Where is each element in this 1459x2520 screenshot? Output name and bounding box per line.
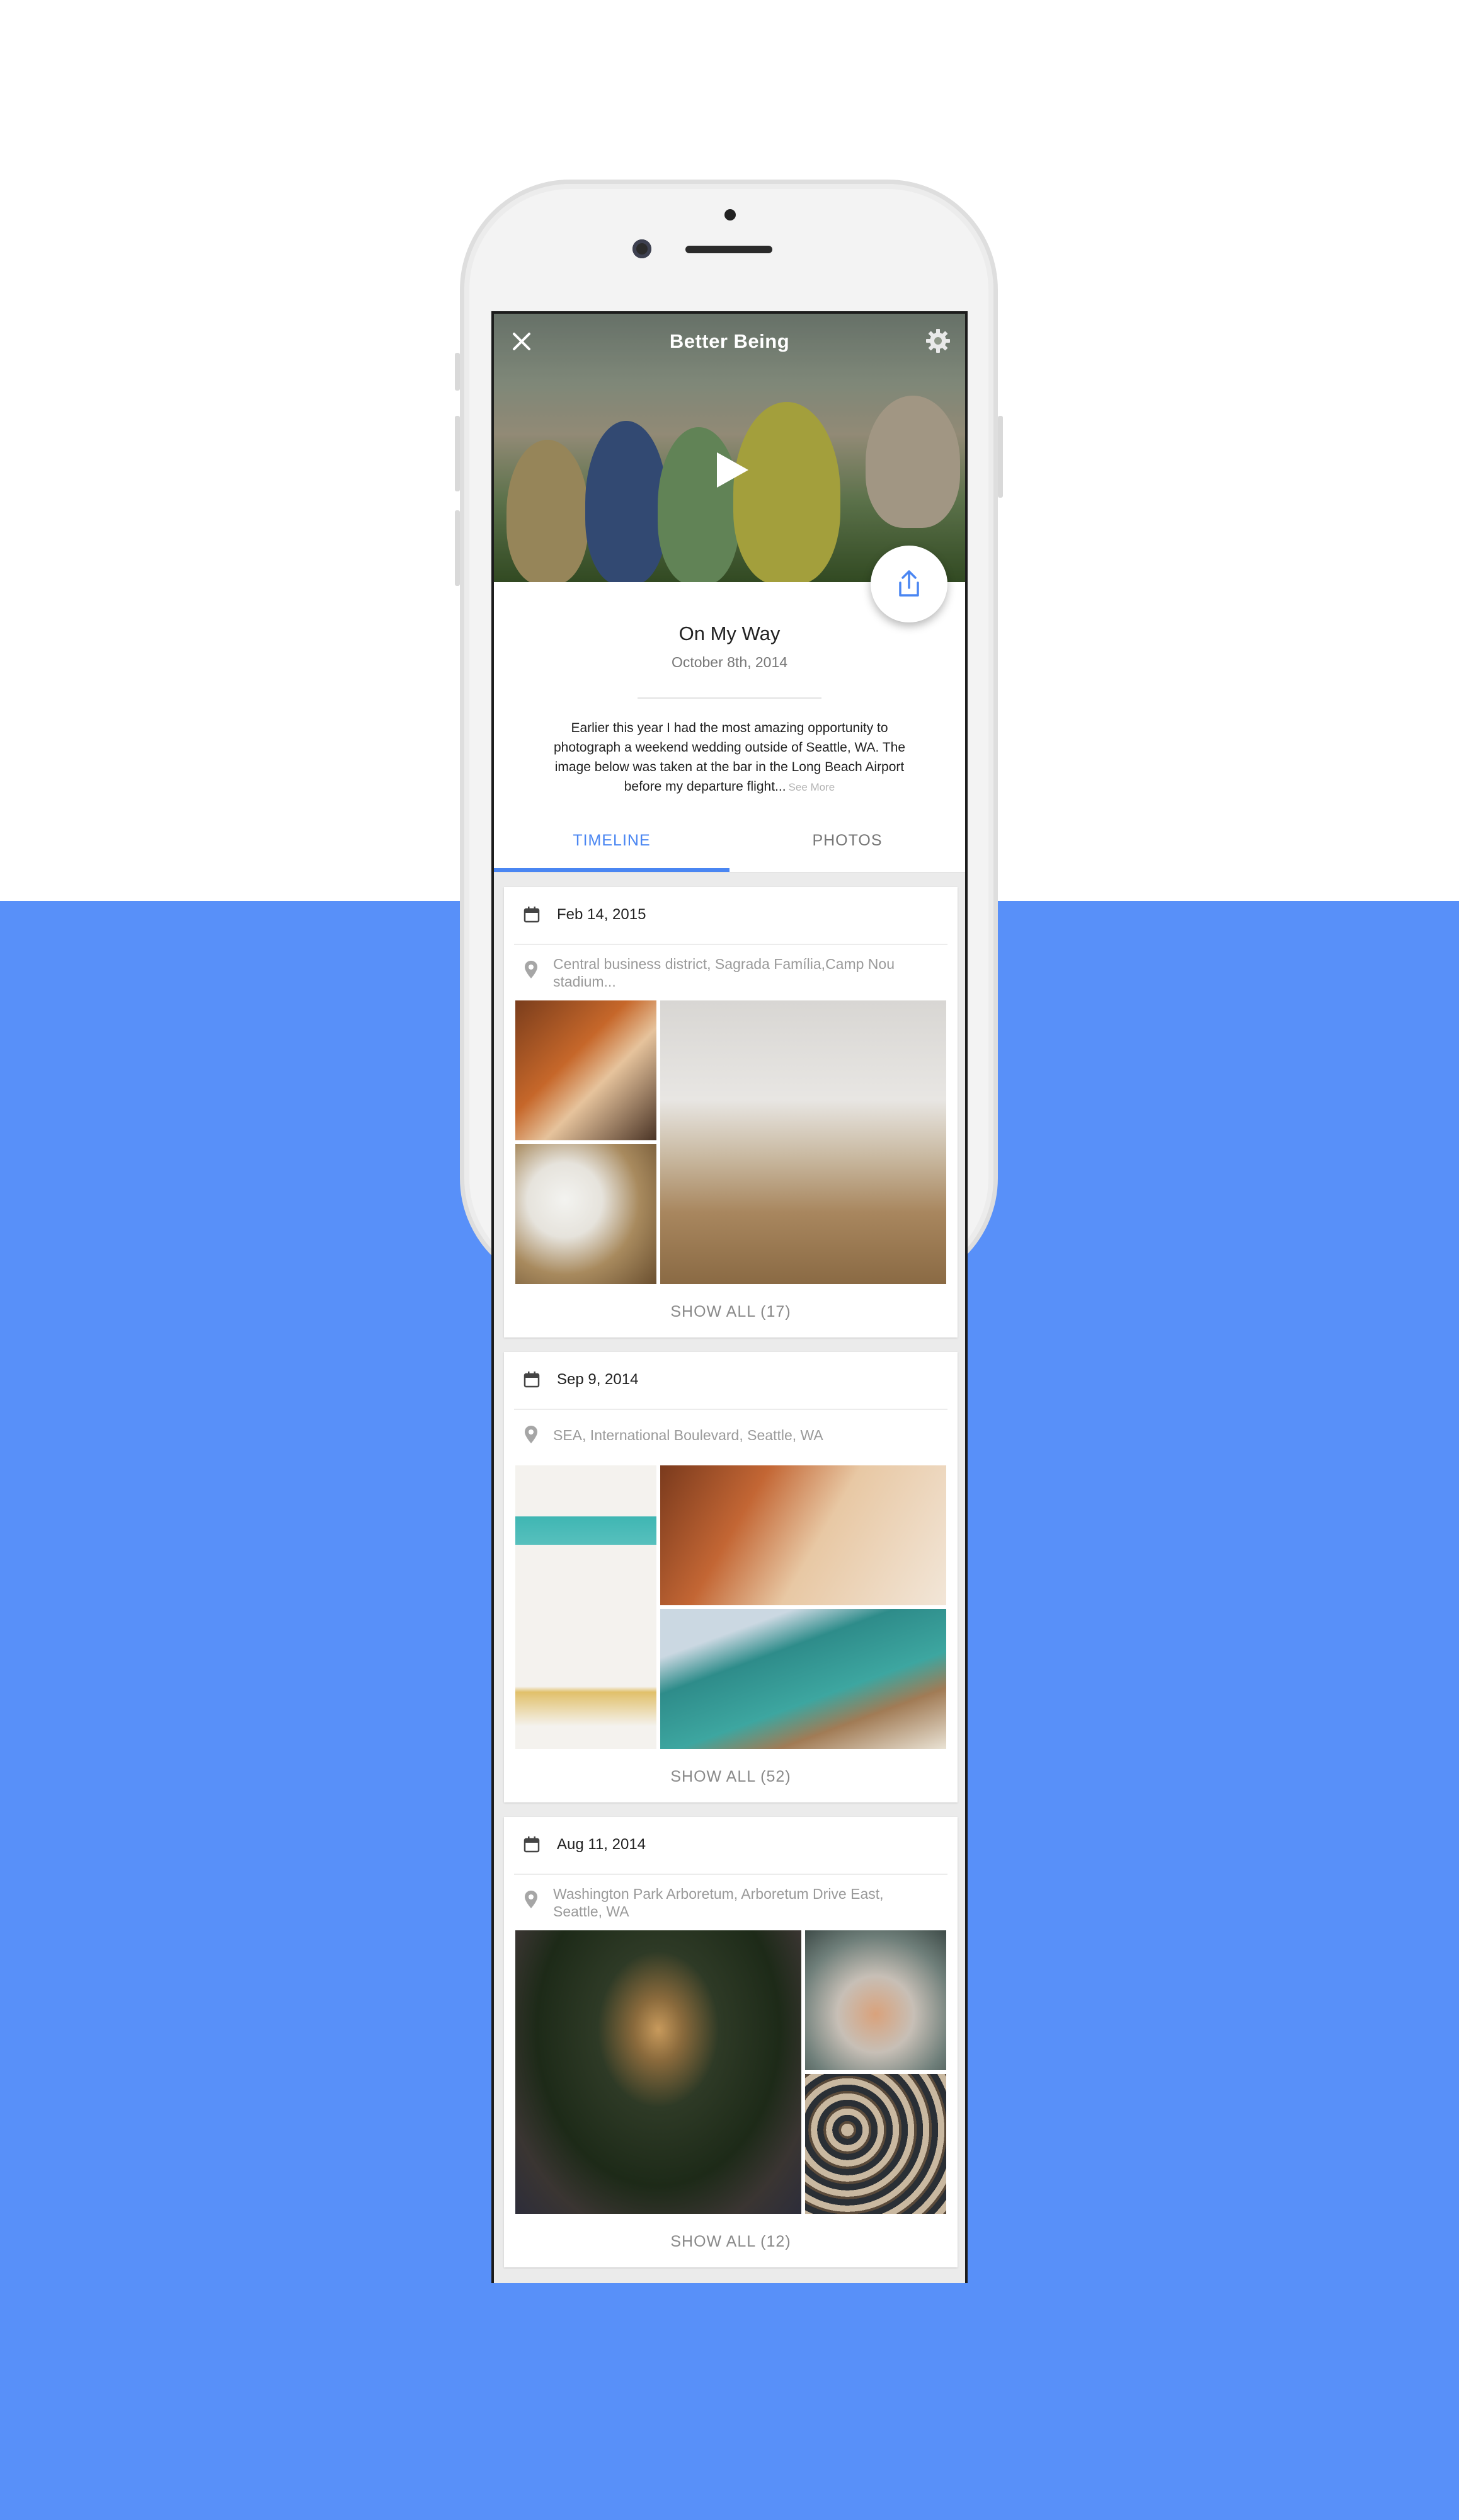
phone-side-button <box>455 353 460 391</box>
timeline-card[interactable]: Feb 14, 2015 Central business district, … <box>504 887 958 1337</box>
card-divider <box>514 1409 947 1410</box>
photo-thumbnail[interactable] <box>805 1930 946 2070</box>
photo-thumbnail[interactable] <box>515 1930 801 2214</box>
calendar-icon <box>524 907 540 923</box>
app-title: Better Being <box>669 330 790 352</box>
description-text: Earlier this year I had the most amazing… <box>553 721 906 794</box>
tab-active-indicator <box>494 868 730 872</box>
card-date-row: Sep 9, 2014 <box>504 1352 958 1409</box>
photo-thumbnail[interactable] <box>805 2074 946 2214</box>
phone-speaker <box>685 246 772 253</box>
post-description: Earlier this year I had the most amazing… <box>548 718 911 797</box>
card-date: Sep 9, 2014 <box>557 1371 639 1388</box>
photo-thumbnail[interactable] <box>660 1609 946 1749</box>
card-date-row: Feb 14, 2015 <box>504 887 958 944</box>
card-location: Washington Park Arboretum, Arboretum Dri… <box>553 1886 884 1920</box>
play-icon[interactable] <box>713 450 751 490</box>
post-date: October 8th, 2014 <box>671 654 788 670</box>
gear-icon[interactable] <box>924 326 953 355</box>
share-icon <box>899 570 919 597</box>
divider <box>638 697 821 699</box>
card-divider <box>514 1874 947 1875</box>
phone-power-button <box>998 416 1003 498</box>
app-screen: Better Being On My Way October 8th, 2014… <box>491 311 968 2283</box>
photo-thumbnail[interactable] <box>515 1000 656 1140</box>
timeline-card[interactable]: Aug 11, 2014 Washington Park Arboretum, … <box>504 1817 958 2267</box>
show-all-button[interactable]: SHOW ALL (17) <box>504 1303 958 1321</box>
show-all-button[interactable]: SHOW ALL (52) <box>504 1768 958 1786</box>
tab-bar: TIMELINE PHOTOS <box>494 824 965 873</box>
photo-grid <box>515 1465 946 1749</box>
phone-volume-up-button <box>455 416 460 491</box>
hero-video[interactable]: Better Being <box>494 314 965 582</box>
photo-thumbnail[interactable] <box>515 1465 656 1749</box>
tab-photos[interactable]: PHOTOS <box>730 824 965 872</box>
card-date: Aug 11, 2014 <box>557 1836 646 1853</box>
phone-camera <box>632 239 651 258</box>
card-location: SEA, International Boulevard, Seattle, W… <box>553 1427 823 1443</box>
phone-sensor <box>724 209 736 220</box>
share-button[interactable] <box>871 546 947 622</box>
location-pin-icon <box>525 1891 537 1908</box>
photo-grid <box>515 1930 946 2214</box>
calendar-icon <box>524 1836 540 1853</box>
location-pin-icon <box>525 961 537 978</box>
calendar-icon <box>524 1372 540 1388</box>
photo-thumbnail[interactable] <box>515 1144 656 1284</box>
show-all-button[interactable]: SHOW ALL (12) <box>504 2233 958 2251</box>
tab-timeline[interactable]: TIMELINE <box>494 824 730 872</box>
card-location: Central business district, Sagrada Famíl… <box>553 956 895 990</box>
timeline-card[interactable]: Sep 9, 2014 SEA, International Boulevard… <box>504 1352 958 1802</box>
card-divider <box>514 944 947 945</box>
card-date: Feb 14, 2015 <box>557 906 646 923</box>
phone-volume-down-button <box>455 510 460 586</box>
card-date-row: Aug 11, 2014 <box>504 1817 958 1874</box>
hero-overlay <box>494 314 965 582</box>
photo-thumbnail[interactable] <box>660 1465 946 1605</box>
location-pin-icon <box>525 1426 537 1443</box>
see-more-link[interactable]: See More <box>789 781 835 793</box>
photo-grid <box>515 1000 946 1284</box>
post-title: On My Way <box>678 622 781 644</box>
photo-thumbnail[interactable] <box>660 1000 946 1284</box>
